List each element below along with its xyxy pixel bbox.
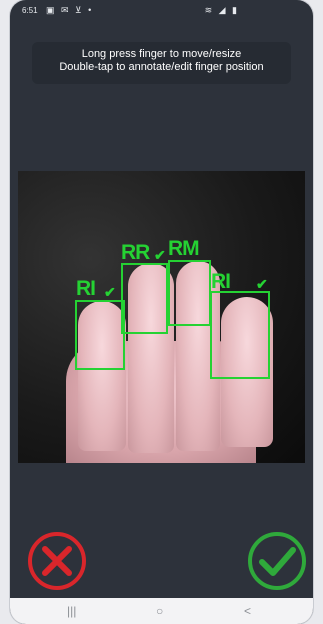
- reject-button[interactable]: [27, 531, 87, 591]
- status-bar: 6:51 ▣ ✉ ⊻ • ≋ ◢ ▮: [10, 0, 313, 26]
- instruction-banner: Long press finger to move/resize Double-…: [32, 42, 291, 84]
- recents-icon[interactable]: |||: [67, 604, 76, 618]
- status-time: 6:51: [22, 6, 38, 15]
- finger-box-1-check-icon: ✔: [104, 284, 116, 300]
- phone-screen: 6:51 ▣ ✉ ⊻ • ≋ ◢ ▮ Long press finger to …: [10, 0, 313, 624]
- finger-box-1[interactable]: [75, 300, 125, 370]
- finger-box-4-label: RI: [211, 270, 231, 293]
- finger-box-2[interactable]: [121, 263, 168, 334]
- finger-capture-image[interactable]: RI ✔ RR ✔ RM RI ✔: [18, 171, 305, 463]
- finger-box-3-label: RM: [168, 237, 200, 260]
- finger-box-2-check-icon: ✔: [154, 247, 166, 263]
- finger-box-2-label: RR: [121, 241, 150, 264]
- reject-x-icon: [28, 532, 86, 590]
- finger-box-3[interactable]: [168, 260, 211, 326]
- finger-box-1-label: RI: [76, 277, 96, 300]
- system-navigation-bar: ||| ○ <: [10, 598, 313, 624]
- instruction-line-2: Double-tap to annotate/edit finger posit…: [59, 61, 264, 73]
- system-icons: ≋ ◢ ▮: [204, 5, 239, 15]
- instruction-line-1: Long press finger to move/resize: [81, 48, 242, 60]
- notification-icons: ▣ ✉ ⊻ •: [46, 5, 94, 15]
- home-icon[interactable]: ○: [156, 604, 163, 618]
- accept-check-icon: [248, 532, 306, 590]
- finger-box-4-check-icon: ✔: [256, 276, 268, 292]
- back-icon[interactable]: <: [244, 604, 251, 618]
- finger-box-4[interactable]: [210, 291, 270, 379]
- accept-button[interactable]: [247, 531, 307, 591]
